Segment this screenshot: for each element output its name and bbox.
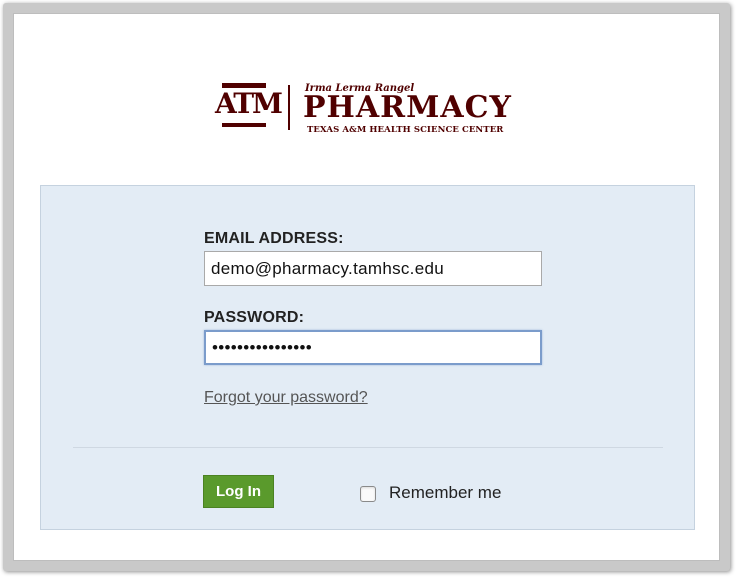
form-divider [73, 447, 663, 448]
password-label: PASSWORD: [204, 309, 305, 326]
dialog-frame: ATM Irma Lerma Rangel PHARMACY TEXAS A&M… [3, 3, 730, 571]
texas-am-emblem: ATM [215, 87, 283, 120]
login-form-panel: EMAIL ADDRESS: demo@pharmacy.tamhsc.edu … [40, 185, 695, 530]
login-button[interactable]: Log In [203, 475, 274, 508]
emblem-bottom-bar [222, 123, 266, 127]
logo-divider [288, 85, 290, 130]
logo-subtitle: TEXAS A&M HEALTH SCIENCE CENTER [307, 125, 504, 135]
login-card: ATM Irma Lerma Rangel PHARMACY TEXAS A&M… [13, 13, 720, 561]
password-field[interactable]: •••••••••••••••• [204, 330, 542, 365]
forgot-password-link[interactable]: Forgot your password? [204, 389, 368, 407]
email-field[interactable]: demo@pharmacy.tamhsc.edu [204, 251, 542, 286]
remember-me-checkbox[interactable] [360, 486, 376, 502]
remember-me-label[interactable]: Remember me [389, 483, 501, 503]
email-label: EMAIL ADDRESS: [204, 230, 344, 247]
pharmacy-logo: ATM Irma Lerma Rangel PHARMACY TEXAS A&M… [215, 75, 535, 145]
logo-title: PHARMACY [303, 90, 512, 125]
